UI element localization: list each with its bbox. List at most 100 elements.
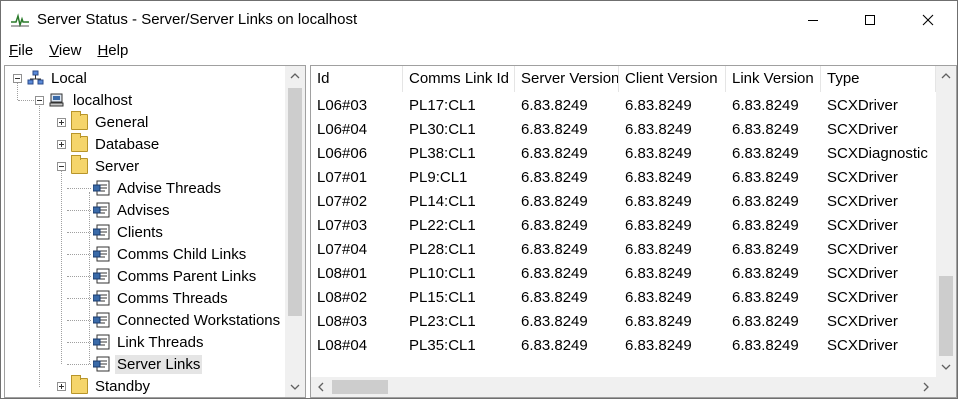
tree-node-general[interactable]: General [71,111,150,133]
cell-id: L06#04 [317,120,368,138]
tree-node-clients[interactable]: Clients [93,221,165,243]
cell-id: L06#03 [317,96,368,114]
tree-node-comms-threads[interactable]: Comms Threads [93,287,230,309]
column-header-type[interactable]: Type [821,66,936,92]
tree-node-advise-threads[interactable]: Advise Threads [93,177,223,199]
column-header-client-version[interactable]: Client Version [619,66,726,92]
tree-view[interactable]: Local localhost General Database Server … [4,65,306,398]
tree-node-local[interactable]: Local [27,67,89,89]
tree-node-comms-parent-links[interactable]: Comms Parent Links [93,265,258,287]
menu-view[interactable]: View [41,40,89,62]
tree-collapse-toggle[interactable] [57,162,66,171]
minimize-button[interactable] [784,1,842,39]
column-header-server-version[interactable]: Server Version [515,66,619,92]
list-vertical-scrollbar[interactable] [936,66,956,377]
tree-node-database[interactable]: Database [71,133,161,155]
column-header-comms-link-id[interactable]: Comms Link Id [403,66,515,92]
maximize-button[interactable] [841,1,899,39]
cell-server-version: 6.83.8249 [521,240,588,258]
status-page-icon [93,246,110,262]
column-header-link-version[interactable]: Link Version [726,66,821,92]
tree-node-advises[interactable]: Advises [93,199,172,221]
table-row[interactable]: L06#04 PL30:CL1 6.83.8249 6.83.8249 6.83.824… [311,117,936,141]
cell-type: SCXDriver [827,336,898,354]
tree-collapse-toggle[interactable] [35,96,44,105]
tree-node-label: Comms Threads [117,289,228,307]
cell-comms-link-id: PL28:CL1 [409,240,476,258]
cell-type: SCXDriver [827,96,898,114]
cell-type: SCXDriver [827,240,898,258]
tree-node-standby[interactable]: Standby [71,375,152,397]
cell-link-version: 6.83.8249 [732,288,799,306]
tree-node-localhost[interactable]: localhost [49,89,134,111]
table-row[interactable]: L08#03 PL23:CL1 6.83.8249 6.83.8249 6.83.824… [311,309,936,333]
scroll-thumb[interactable] [288,88,302,316]
cell-comms-link-id: PL35:CL1 [409,336,476,354]
status-page-icon [93,180,110,196]
folder-icon [71,375,88,394]
tree-node-server[interactable]: Server [71,155,141,177]
tree-node-comms-child-links[interactable]: Comms Child Links [93,243,248,265]
table-row[interactable]: L08#04 PL35:CL1 6.83.8249 6.83.8249 6.83.824… [311,333,936,357]
tree-expand-toggle[interactable] [57,140,66,149]
menu-help[interactable]: Help [89,40,136,62]
menu-file[interactable]: File [1,40,41,62]
tree-node-label: Advise Threads [117,179,221,197]
cell-server-version: 6.83.8249 [521,312,588,330]
cell-comms-link-id: PL22:CL1 [409,216,476,234]
scroll-right-arrow[interactable] [916,377,936,397]
tree-node-label: Server Links [115,354,203,374]
tree-node-label: localhost [73,91,133,109]
tree-node-connected-workstations[interactable]: Connected Workstations [93,309,282,331]
tree-node-label: Standby [95,377,151,395]
scroll-left-arrow[interactable] [311,377,331,397]
chevron-down-icon [290,384,300,390]
menu-file-mnemonic: F [9,42,19,59]
cell-type: SCXDriver [827,216,898,234]
tree-connector [39,104,40,387]
chevron-down-icon [941,364,951,370]
cell-type: SCXDriver [827,312,898,330]
table-row[interactable]: L06#06 PL38:CL1 6.83.8249 6.83.8249 6.83.824… [311,141,936,165]
scroll-up-arrow[interactable] [285,66,305,86]
cell-client-version: 6.83.8249 [625,216,692,234]
cell-client-version: 6.83.8249 [625,192,692,210]
close-button[interactable] [899,1,957,39]
table-row[interactable]: L06#03 PL17:CL1 6.83.8249 6.83.8249 6.83.824… [311,93,936,117]
table-row[interactable]: L07#01 PL9:CL1 6.83.8249 6.83.8249 6.83.8249… [311,165,936,189]
scroll-down-arrow[interactable] [936,357,956,377]
scroll-up-arrow[interactable] [936,66,956,86]
scroll-down-arrow[interactable] [285,377,305,397]
status-page-icon [93,312,110,328]
cell-comms-link-id: PL15:CL1 [409,288,476,306]
tree-expand-toggle[interactable] [57,382,66,391]
cell-link-version: 6.83.8249 [732,264,799,282]
cell-comms-link-id: PL17:CL1 [409,96,476,114]
tree-collapse-toggle[interactable] [13,74,22,83]
table-row[interactable]: L07#04 PL28:CL1 6.83.8249 6.83.8249 6.83.824… [311,237,936,261]
tree-node-link-threads[interactable]: Link Threads [93,331,205,353]
folder-open-icon [71,155,88,174]
tree-node-label: Comms Child Links [117,245,247,263]
scroll-thumb[interactable] [332,380,388,394]
cell-id: L07#03 [317,216,368,234]
table-row[interactable]: L08#01 PL10:CL1 6.83.8249 6.83.8249 6.83.824… [311,261,936,285]
column-header-id[interactable]: Id [311,66,403,92]
cell-link-version: 6.83.8249 [732,240,799,258]
server-links-list[interactable]: Id Comms Link Id Server Version Client V… [310,65,957,398]
title-bar[interactable]: Server Status - Server/Server Links on l… [1,1,957,39]
table-row[interactable]: L08#02 PL15:CL1 6.83.8249 6.83.8249 6.83.824… [311,285,936,309]
list-horizontal-scrollbar[interactable] [311,377,936,397]
menu-help-mnemonic: H [97,42,109,59]
tree-connector [67,298,91,299]
table-row[interactable]: L07#03 PL22:CL1 6.83.8249 6.83.8249 6.83.824… [311,213,936,237]
scroll-thumb[interactable] [939,276,953,356]
tree-node-label: Database [95,135,160,153]
tree-vertical-scrollbar[interactable] [285,66,305,397]
tree-node-server-links[interactable]: Server Links [93,353,203,375]
tree-expand-toggle[interactable] [57,118,66,127]
table-row[interactable]: L07#02 PL14:CL1 6.83.8249 6.83.8249 6.83.824… [311,189,936,213]
cell-server-version: 6.83.8249 [521,144,588,162]
cell-client-version: 6.83.8249 [625,120,692,138]
cell-type: SCXDriver [827,168,898,186]
